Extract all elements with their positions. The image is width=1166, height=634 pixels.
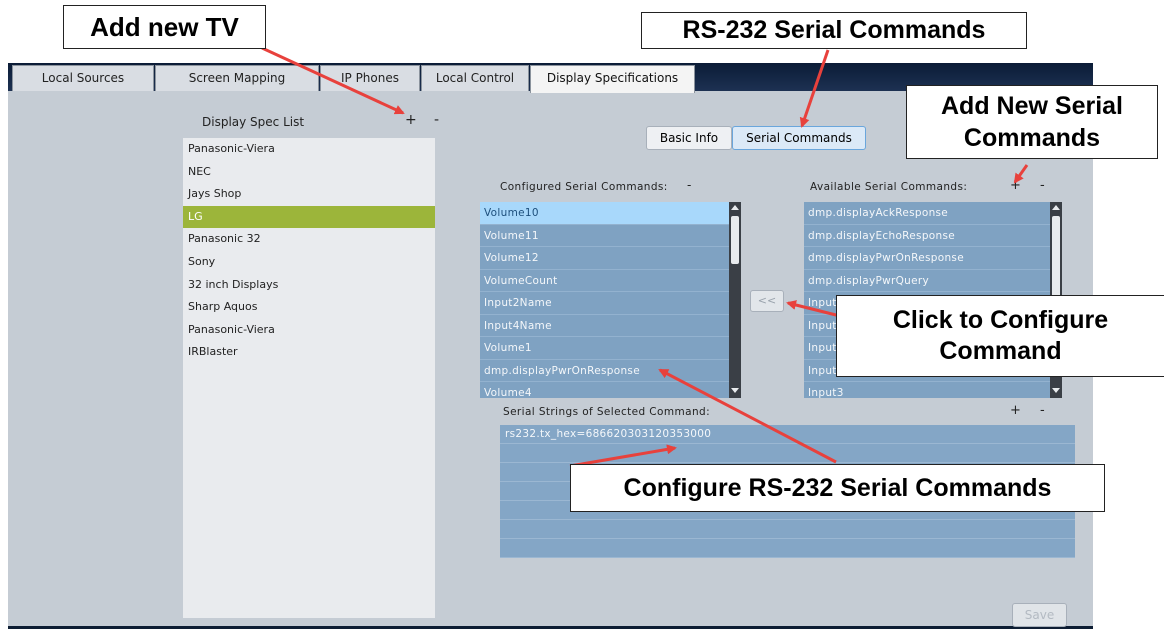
arrow-add-serial [1013,164,1029,184]
callout-click-configure-line2: Command [939,337,1062,365]
callout-rs232-serial-commands: RS-232 Serial Commands [641,12,1027,49]
callout-add-new-serial-commands: Add New Serial Commands [906,85,1158,159]
callout-add-new-tv: Add new TV [63,5,266,49]
callout-click-to-configure: Click to Configure Command [836,295,1164,377]
arrow-add-tv [261,46,405,115]
callout-add-serial-line2: Commands [963,124,1101,152]
arrow-rs232 [799,49,830,128]
callout-click-configure-line1: Click to Configure [892,306,1109,334]
arrow-configure-1 [658,368,837,464]
callout-add-serial-line1: Add New Serial [941,92,1123,120]
callout-configure-rs232: Configure RS-232 Serial Commands [570,464,1105,512]
